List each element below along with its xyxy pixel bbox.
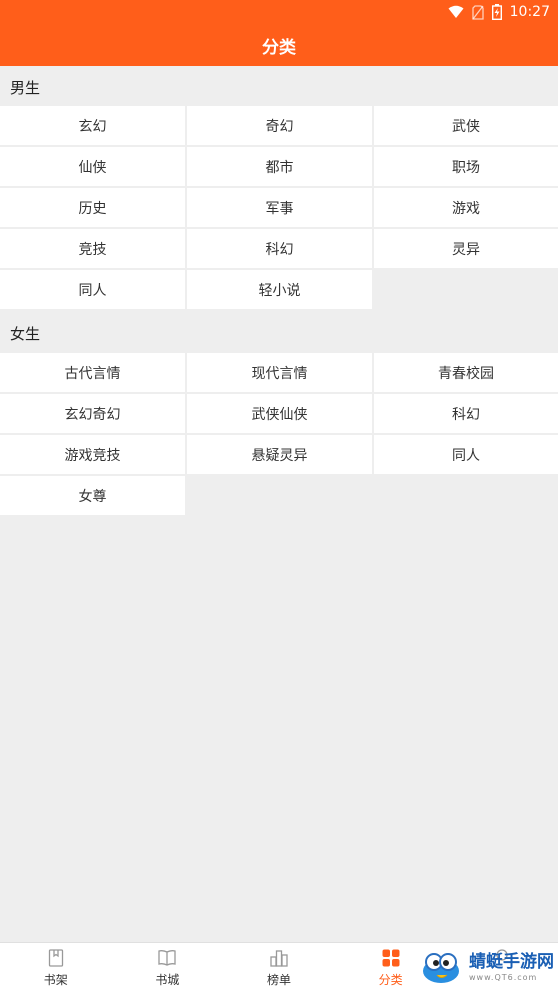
tab-bookstore[interactable]: 书城 (112, 943, 224, 992)
category-item[interactable]: 游戏 (374, 188, 558, 227)
category-item[interactable]: 都市 (187, 147, 372, 186)
page-title: 分类 (262, 38, 296, 58)
watermark-text: 蜻蜓手游网 www.QT6.com (469, 954, 554, 982)
section-title-female: 女生 (10, 325, 41, 343)
status-bar: 10:27 (448, 2, 550, 22)
watermark-title: 蜻蜓手游网 (469, 952, 554, 972)
category-item[interactable]: 同人 (374, 435, 558, 474)
category-item[interactable]: 古代言情 (0, 353, 185, 392)
category-grid-male: 玄幻 奇幻 武侠仙侠 都市 职场历史 军事 游戏竞技 科幻 灵异同人 轻小说 (0, 106, 558, 309)
status-time: 10:27 (509, 4, 550, 20)
category-grid-female: 古代言情 现代言情 青春校园玄幻奇幻 武侠仙侠 科幻游戏竞技 悬疑灵异 同人女尊 (0, 353, 558, 515)
bookshelf-icon (46, 948, 66, 968)
category-item[interactable]: 轻小说 (187, 270, 372, 309)
wifi-icon (448, 5, 464, 19)
category-item[interactable]: 悬疑灵异 (187, 435, 372, 474)
tab-label: 书架 (43, 973, 68, 987)
category-item[interactable]: 科幻 (374, 394, 558, 433)
tab-label: 分类 (378, 973, 403, 987)
category-item[interactable]: 现代言情 (187, 353, 372, 392)
book-open-icon (157, 948, 177, 968)
category-item[interactable]: 武侠仙侠 (187, 394, 372, 433)
header-bar: 10:27 分类 (0, 0, 558, 66)
category-item[interactable]: 奇幻 (187, 106, 372, 145)
category-item[interactable]: 女尊 (0, 476, 185, 515)
category-item[interactable]: 科幻 (187, 229, 372, 268)
category-item[interactable]: 军事 (187, 188, 372, 227)
category-item[interactable]: 历史 (0, 188, 185, 227)
watermark: 蜻蜓手游网 www.QT6.com (417, 948, 554, 988)
category-item[interactable]: 青春校园 (374, 353, 558, 392)
category-item[interactable]: 同人 (0, 270, 185, 309)
battery-charging-icon (491, 4, 502, 20)
tab-label: 书城 (155, 973, 180, 987)
tab-label: 榜单 (266, 973, 291, 987)
category-item[interactable]: 职场 (374, 147, 558, 186)
category-item[interactable]: 仙侠 (0, 147, 185, 186)
category-item[interactable]: 灵异 (374, 229, 558, 268)
tab-ranking[interactable]: 榜单 (223, 943, 335, 992)
tab-bookshelf[interactable]: 书架 (0, 943, 112, 992)
no-sim-icon (471, 4, 484, 20)
category-item[interactable]: 玄幻 (0, 106, 185, 145)
ranking-icon (269, 948, 289, 968)
section-title-male: 男生 (10, 79, 41, 97)
category-item[interactable]: 游戏竞技 (0, 435, 185, 474)
category-item[interactable]: 竞技 (0, 229, 185, 268)
category-grid-icon (381, 948, 401, 968)
category-item[interactable]: 武侠 (374, 106, 558, 145)
watermark-url: www.QT6.com (469, 973, 538, 982)
dragonfly-logo-icon (417, 947, 465, 989)
category-item[interactable]: 玄幻奇幻 (0, 394, 185, 433)
